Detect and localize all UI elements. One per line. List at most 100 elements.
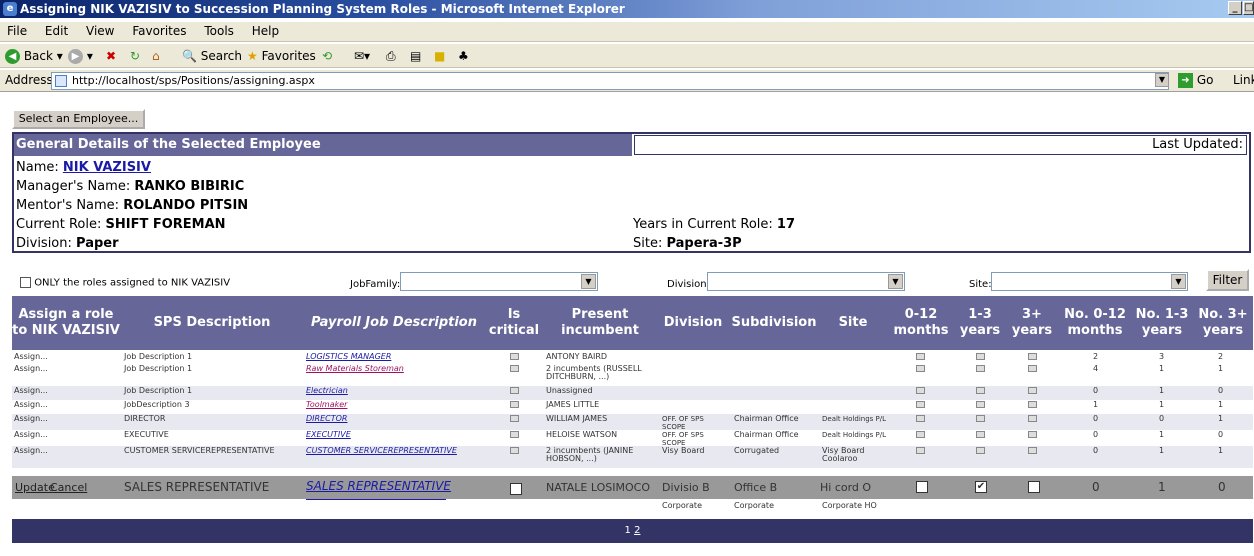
years-row: Years in Current Role: 17 <box>633 217 795 232</box>
address-bar: Address http://localhost/sps/Positions/a… <box>0 70 1254 92</box>
page-2-link[interactable]: 2 <box>634 525 640 536</box>
critical-checkbox[interactable] <box>510 353 519 360</box>
col-m012: 0-12 months <box>893 307 949 338</box>
home-icon[interactable]: ⌂ <box>152 48 160 64</box>
name-row: Name: NIK VAZISIV <box>16 160 151 175</box>
forward-button[interactable]: ▶ ▾ <box>68 48 93 64</box>
window-title: Assigning NIK VAZISIV to Succession Plan… <box>20 2 625 16</box>
history-icon[interactable]: ⟲ <box>322 48 332 64</box>
back-button[interactable]: ◀ Back ▾ <box>5 48 63 64</box>
col-assign: Assign a role to NIK VAZISIV <box>12 307 120 338</box>
edit-m012-checkbox[interactable] <box>916 481 928 493</box>
jobfamily-select[interactable]: ▼ <box>400 272 598 291</box>
assign-link[interactable]: Assign... <box>14 431 48 439</box>
employee-name-link[interactable]: NIK VAZISIV <box>63 160 151 175</box>
assign-link[interactable]: Assign... <box>14 415 48 423</box>
payroll-link[interactable]: Toolmaker <box>306 401 347 409</box>
links-button[interactable]: Link <box>1233 73 1254 87</box>
manager-row: Manager's Name: RANKO BIBIRIC <box>16 179 245 194</box>
address-label: Address <box>5 73 53 87</box>
jobfamily-label: JobFamily: <box>350 279 401 290</box>
page-content: Select an Employee... General Details of… <box>0 93 1254 556</box>
menu-favorites[interactable]: Favorites <box>125 22 193 40</box>
update-link[interactable]: Update <box>15 481 55 494</box>
details-header: General Details of the Selected Employee <box>14 134 632 156</box>
only-roles-checkbox[interactable] <box>20 277 31 288</box>
edit-icon[interactable]: ▤ <box>410 48 421 64</box>
page-icon <box>55 75 67 87</box>
filter-button[interactable]: Filter <box>1206 269 1249 291</box>
critical-checkbox[interactable] <box>510 401 519 408</box>
payroll-link[interactable]: Raw Materials Storeman <box>306 365 404 373</box>
col-n3p: No. 3+ years <box>1198 307 1248 338</box>
payroll-link[interactable]: EXECUTIVE <box>306 431 351 439</box>
payroll-link[interactable]: LOGISTICS MANAGER <box>306 353 391 361</box>
discuss-icon[interactable]: ■ <box>434 48 445 64</box>
payroll-link[interactable]: CUSTOMER SERVICEREPRESENTATIVE <box>306 447 484 455</box>
col-y3p: 3+ years <box>1011 307 1053 338</box>
go-button[interactable]: ➜ Go <box>1178 73 1213 88</box>
employee-details-panel: General Details of the Selected Employee… <box>12 132 1251 253</box>
division-row: Division: Paper <box>16 236 119 251</box>
edit-y3p-checkbox[interactable] <box>1028 481 1040 493</box>
col-n13: No. 1-3 years <box>1135 307 1189 338</box>
stop-icon[interactable]: ✖ <box>106 48 116 64</box>
division-filter-label: Division: <box>667 279 710 290</box>
only-roles-option[interactable]: ONLY the roles assigned to NIK VAZISIV <box>20 277 230 289</box>
col-n012: No. 0-12 months <box>1064 307 1126 338</box>
critical-checkbox[interactable] <box>510 447 519 454</box>
payroll-link[interactable]: DIRECTOR <box>306 415 347 423</box>
messenger-icon[interactable]: ♣ <box>458 48 469 64</box>
menu-help[interactable]: Help <box>245 22 286 40</box>
menu-edit[interactable]: Edit <box>38 22 75 40</box>
select-employee-button[interactable]: Select an Employee... <box>12 109 145 129</box>
division-select[interactable]: ▼ <box>707 272 905 291</box>
forward-arrow-icon: ▶ <box>68 49 83 64</box>
critical-checkbox[interactable] <box>510 431 519 438</box>
assign-link[interactable]: Assign... <box>14 353 48 361</box>
menu-tools[interactable]: Tools <box>197 22 241 40</box>
assign-link[interactable]: Assign... <box>14 365 48 373</box>
minimize-button[interactable]: _ <box>1228 1 1242 15</box>
pager: 1 2 <box>12 519 1253 543</box>
refresh-icon[interactable]: ↻ <box>130 48 140 64</box>
critical-checkbox[interactable] <box>510 365 519 372</box>
edit-payroll-link[interactable]: SALES REPRESENTATIVE <box>306 479 451 493</box>
address-input[interactable]: http://localhost/sps/Positions/assigning… <box>51 72 1169 90</box>
edit-y13-checkbox[interactable]: ✔ <box>975 481 987 493</box>
assign-link[interactable]: Assign... <box>14 447 48 455</box>
table-row: Assign... Job Description 1 LOGISTICS MA… <box>14 352 1224 361</box>
star-icon: ★ <box>247 49 258 63</box>
assign-link[interactable]: Assign... <box>14 401 48 409</box>
payroll-link[interactable]: Electrician <box>306 387 348 395</box>
site-filter-label: Site: <box>969 279 992 290</box>
chevron-down-icon: ▼ <box>888 274 903 289</box>
page-1: 1 <box>624 525 631 536</box>
mail-icon[interactable]: ✉▾ <box>354 48 370 64</box>
table-row: Assign... CUSTOMER SERVICEREPRESENTATIVE… <box>12 446 1253 468</box>
search-button[interactable]: 🔍 Search <box>182 48 242 64</box>
assign-link[interactable]: Assign... <box>14 387 48 395</box>
restore-button[interactable]: □ <box>1243 1 1254 15</box>
edit-row: Update Cancel SALES REPRESENTATIVE SALES… <box>12 476 1253 499</box>
chevron-down-icon: ▼ <box>581 274 596 289</box>
col-y13: 1-3 years <box>959 307 1001 338</box>
edit-critical-checkbox[interactable] <box>510 483 522 495</box>
cancel-link[interactable]: Cancel <box>50 481 87 494</box>
search-icon: 🔍 <box>182 49 197 63</box>
favorites-button[interactable]: ★ Favorites <box>247 48 316 64</box>
col-sps: SPS Description <box>153 315 271 330</box>
table-row: Assign... Job Description 1 Electrician … <box>12 386 1253 400</box>
table-row: Assign... EXECUTIVE EXECUTIVE HELOISE WA… <box>12 430 1253 446</box>
site-select[interactable]: ▼ <box>991 272 1188 291</box>
critical-checkbox[interactable] <box>510 415 519 422</box>
critical-checkbox[interactable] <box>510 387 519 394</box>
mentor-row: Mentor's Name: ROLANDO PITSIN <box>16 198 249 213</box>
site-row: Site: Papera-3P <box>633 236 742 251</box>
print-icon[interactable]: ⎙ <box>386 48 396 64</box>
address-dropdown-icon[interactable]: ▼ <box>1155 73 1169 87</box>
menu-view[interactable]: View <box>79 22 121 40</box>
menu-file[interactable]: File <box>0 22 34 40</box>
col-critical: Is critical <box>488 307 540 338</box>
col-payroll[interactable]: Payroll Job Description <box>304 296 484 350</box>
